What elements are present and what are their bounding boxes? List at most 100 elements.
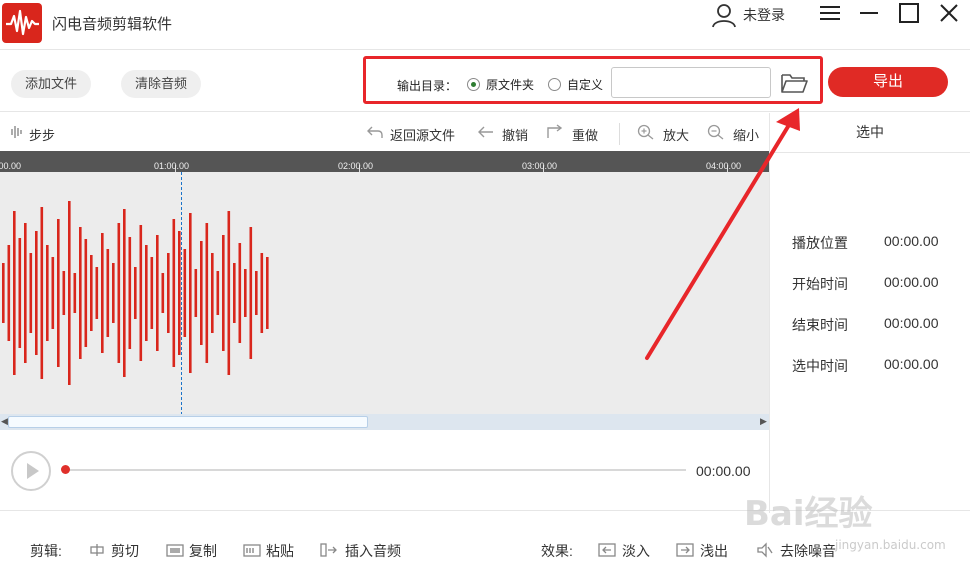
waveform-bar — [79, 227, 82, 359]
waveform-bar — [73, 273, 77, 313]
waveform-area[interactable] — [0, 172, 770, 415]
fade-out-button[interactable]: 浅出 — [700, 541, 728, 561]
waveform-bar — [227, 211, 231, 375]
waveform-bar — [139, 225, 143, 361]
radio-custom[interactable] — [548, 78, 561, 91]
waveform-bar — [101, 233, 104, 353]
folder-open-icon[interactable] — [780, 71, 808, 95]
cut-button[interactable]: 剪切 — [111, 541, 139, 561]
waveform-bar — [134, 267, 137, 319]
insert-audio-icon[interactable] — [320, 542, 338, 558]
copy-icon[interactable] — [166, 542, 184, 558]
timeline-ruler[interactable]: 00:00.00 01:00.00 02:00.00 03:00.00 04:0… — [0, 151, 770, 172]
revert-icon[interactable] — [366, 124, 384, 140]
menu-icon[interactable] — [818, 2, 842, 24]
scroll-left-icon[interactable]: ◀ — [1, 416, 8, 427]
waveform-bar — [167, 253, 170, 333]
tick-label: 01:00.00 — [154, 161, 190, 171]
progress-track[interactable] — [66, 469, 686, 471]
play-position-label: 播放位置 — [792, 235, 848, 251]
start-time-value: 00:00.00 — [884, 274, 939, 290]
selection-header: 选中 — [770, 113, 970, 153]
waveform-bar — [216, 271, 220, 315]
playback-time: 00:00.00 — [696, 463, 751, 479]
insert-audio-button[interactable]: 插入音频 — [345, 541, 401, 561]
paste-icon[interactable] — [243, 542, 261, 558]
end-time-label: 结束时间 — [792, 317, 848, 333]
play-position-value: 00:00.00 — [884, 233, 939, 249]
waveform-bar — [194, 269, 198, 317]
waveform-bar — [106, 249, 110, 337]
waveform-bar — [117, 223, 121, 363]
waveform-bar — [222, 235, 225, 351]
close-icon[interactable] — [937, 2, 961, 24]
waveform-bar — [62, 271, 66, 315]
main-toolbar: 添加文件 清除音频 输出目录： 原文件夹 自定义 导出 — [0, 51, 970, 112]
paste-button[interactable]: 粘贴 — [266, 541, 294, 561]
add-file-button[interactable]: 添加文件 — [11, 70, 91, 98]
waveform-icon — [10, 124, 28, 140]
fade-out-icon[interactable] — [676, 542, 694, 558]
fade-in-button[interactable]: 淡入 — [622, 541, 650, 561]
waveform-bar — [57, 219, 60, 367]
step-button[interactable]: 步步 — [29, 125, 55, 144]
waveform-bar — [40, 207, 44, 379]
playhead-cursor[interactable] — [181, 172, 182, 415]
custom-label[interactable]: 自定义 — [567, 76, 603, 93]
horizontal-scrollbar[interactable]: ◀ ▶ — [0, 414, 770, 430]
undo-icon[interactable] — [477, 124, 495, 140]
waveform-bar — [84, 239, 88, 347]
remove-noise-button[interactable]: 去除噪音 — [780, 541, 836, 561]
waveform-bar — [145, 245, 148, 341]
maximize-icon[interactable] — [897, 2, 921, 24]
selected-time-value: 00:00.00 — [884, 356, 939, 372]
undo-button[interactable]: 撤销 — [502, 125, 528, 144]
tick-label: 02:00.00 — [338, 161, 374, 171]
waveform-bar — [189, 213, 192, 373]
waveform — [2, 201, 269, 385]
scroll-right-icon[interactable]: ▶ — [760, 416, 767, 427]
tick-label: 04:00.00 — [706, 161, 742, 171]
cut-icon[interactable] — [88, 542, 106, 558]
output-path-input[interactable] — [611, 67, 771, 98]
watermark-logo: Bai经验 — [744, 494, 873, 534]
toolbar-divider — [619, 123, 620, 145]
clear-audio-button[interactable]: 清除音频 — [121, 70, 201, 98]
waveform-bar — [13, 211, 16, 375]
fade-in-icon[interactable] — [598, 542, 616, 558]
revert-button[interactable]: 返回源文件 — [390, 125, 455, 144]
zoom-out-button[interactable]: 缩小 — [733, 125, 759, 144]
waveform-bar — [51, 257, 55, 329]
edit-toolbar: 步步 返回源文件 撤销 重做 放大 缩小 — [0, 113, 770, 151]
radio-original-folder[interactable] — [467, 78, 480, 91]
copy-button[interactable]: 复制 — [189, 541, 217, 561]
app-logo — [2, 3, 42, 43]
minimize-icon[interactable] — [857, 2, 881, 24]
waveform-bar — [35, 231, 38, 355]
waveform-bar — [172, 219, 176, 367]
remove-noise-icon[interactable] — [756, 542, 774, 558]
redo-button[interactable]: 重做 — [572, 125, 598, 144]
original-folder-label[interactable]: 原文件夹 — [486, 76, 534, 93]
redo-icon[interactable] — [546, 124, 564, 140]
zoom-in-icon[interactable] — [637, 124, 655, 140]
waveform-bar — [183, 249, 187, 337]
waveform-bar — [205, 223, 209, 363]
tick-label: 00:00.00 — [0, 161, 22, 171]
scrollbar-thumb[interactable] — [8, 416, 368, 428]
waveform-bar — [244, 269, 247, 317]
progress-handle[interactable] — [61, 465, 70, 474]
edit-group-label: 剪辑: — [30, 543, 62, 559]
end-time-value: 00:00.00 — [884, 315, 939, 331]
login-link[interactable]: 未登录 — [743, 5, 785, 25]
waveform-bar — [18, 238, 22, 348]
zoom-in-button[interactable]: 放大 — [663, 125, 689, 144]
user-icon[interactable] — [710, 2, 738, 28]
waveform-bar — [2, 263, 5, 323]
play-button[interactable] — [11, 451, 51, 491]
zoom-out-icon[interactable] — [707, 124, 725, 140]
export-button[interactable]: 导出 — [828, 67, 948, 97]
output-dir-label: 输出目录： — [397, 79, 458, 93]
app-title: 闪电音频剪辑软件 — [52, 16, 173, 33]
waveform-bar — [200, 241, 203, 345]
